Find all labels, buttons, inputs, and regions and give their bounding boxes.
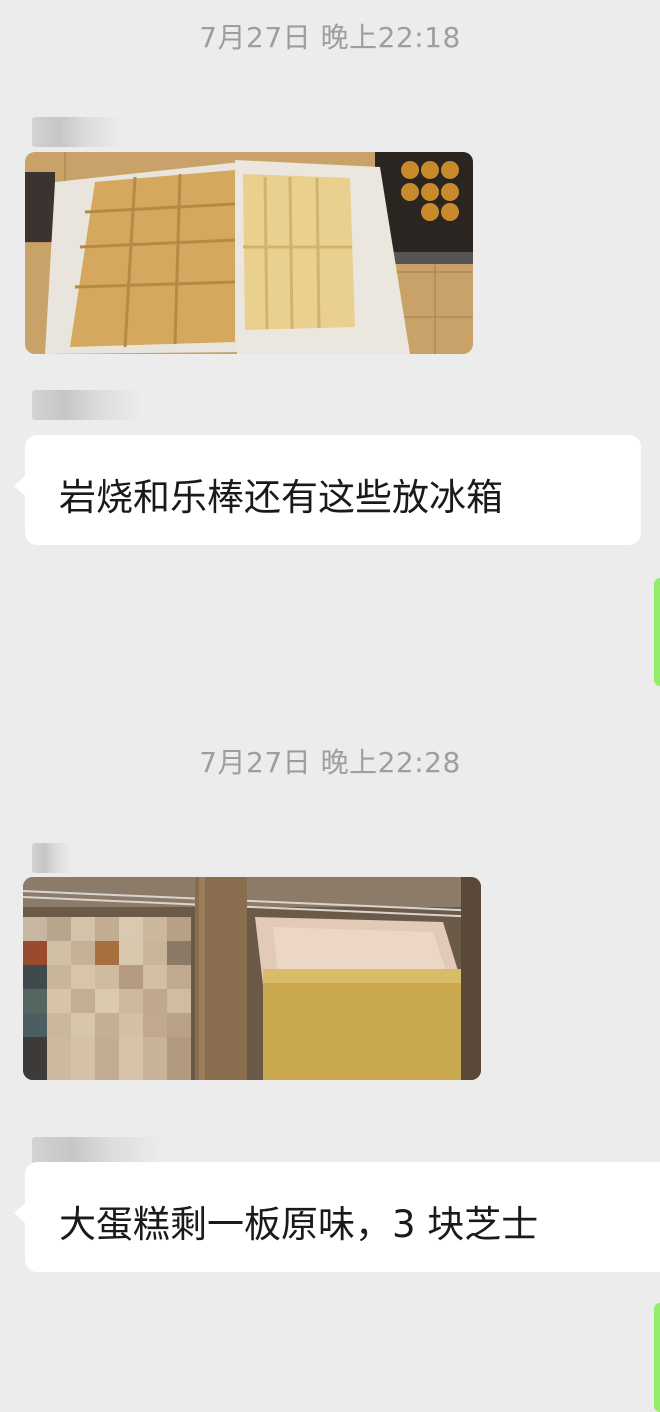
outgoing-message-bubble[interactable] — [654, 578, 660, 686]
message-bubble[interactable]: 大蛋糕剩一板原味，3 块芝士 — [14, 1162, 660, 1272]
image-message-storage[interactable] — [23, 877, 481, 1080]
outgoing-message-bubble[interactable] — [654, 1303, 660, 1412]
sender-name-redacted — [32, 843, 72, 873]
message-text: 岩烧和乐棒还有这些放冰箱 — [59, 476, 503, 519]
message-timestamp: 7月27日 晚上22:28 — [199, 746, 461, 779]
image-message-cookies[interactable] — [25, 152, 473, 354]
message-text: 大蛋糕剩一板原味，3 块芝士 — [59, 1203, 539, 1246]
storage-shelf-photo — [23, 877, 481, 1080]
message-timestamp: 7月27日 晚上22:18 — [199, 21, 461, 54]
cookie-trays-photo — [25, 152, 473, 354]
sender-name-redacted — [32, 390, 142, 420]
sender-name-redacted — [32, 117, 122, 147]
message-bubble[interactable]: 岩烧和乐棒还有这些放冰箱 — [14, 435, 641, 545]
